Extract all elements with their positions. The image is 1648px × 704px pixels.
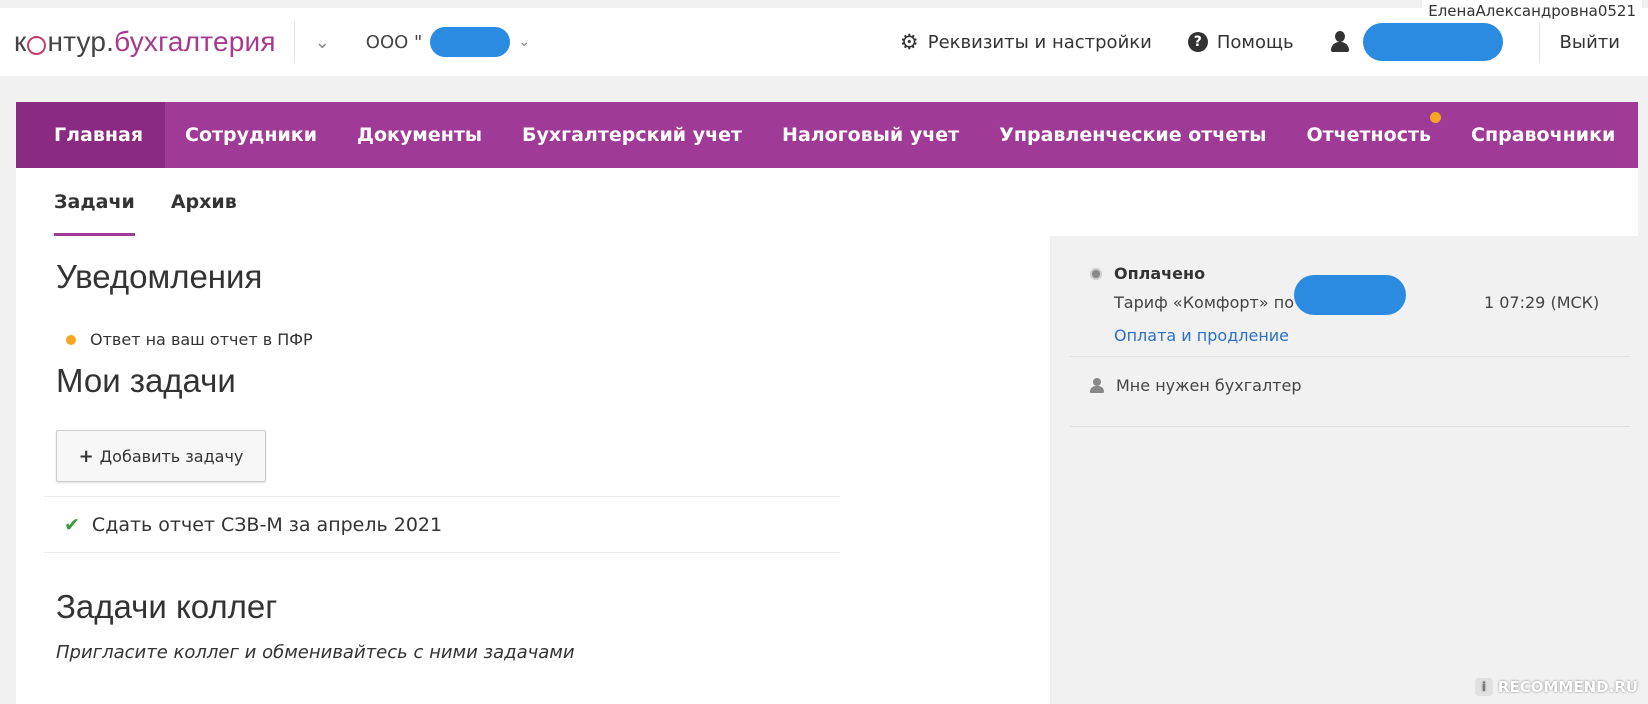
colleagues-tasks-title: Задачи коллег: [56, 588, 278, 625]
chevron-down-icon: ⌄: [518, 34, 531, 50]
task-text: Сдать отчет СЗВ-М за апрель 2021: [91, 514, 443, 536]
help-link[interactable]: ? Помощь: [1187, 31, 1294, 53]
divider: [44, 552, 840, 553]
notification-item[interactable]: Ответ на ваш отчет в ПФР: [66, 330, 313, 349]
user-icon: [1330, 31, 1350, 53]
nav-references[interactable]: Справочники: [1451, 102, 1635, 168]
notification-dot: [1430, 112, 1442, 123]
nav-reporting[interactable]: Отчетность: [1286, 102, 1451, 168]
add-task-label: Добавить задачу: [99, 446, 244, 466]
notification-text: Ответ на ваш отчет в ПФР: [90, 330, 313, 349]
invite-colleagues-text: Пригласите коллег и обменивайтесь с ними…: [56, 642, 575, 663]
checkmark-icon: ✔: [64, 514, 80, 536]
payment-status: Оплачено Тариф «Комфорт» по 1 07:29 (МСК…: [1090, 264, 1599, 345]
tariff-time: 1 07:29 (МСК): [1483, 293, 1600, 312]
need-accountant-label: Мне нужен бухгалтер: [1116, 376, 1302, 395]
organization-selector[interactable]: ООО " ⌄: [366, 27, 530, 57]
settings-link[interactable]: ⚙ Реквизиты и настройки: [900, 30, 1152, 54]
gear-icon: ⚙: [899, 30, 919, 54]
redacted-org-name: [430, 27, 511, 57]
watermark-username: ЕленаАлександровна0521: [1422, 0, 1642, 22]
sub-nav: Задачи Архив: [16, 168, 1638, 236]
need-accountant-link[interactable]: Мне нужен бухгалтер: [1090, 376, 1302, 395]
nav-employees[interactable]: Сотрудники: [165, 102, 337, 168]
recommend-logo-icon: i: [1474, 678, 1493, 696]
my-tasks-title: Мои задачи: [56, 362, 236, 399]
logout-link[interactable]: Выйти: [1560, 32, 1620, 53]
nav-home[interactable]: Главная: [16, 102, 166, 168]
nav-documents[interactable]: Документы: [337, 102, 502, 168]
divider: [44, 496, 840, 497]
tab-archive[interactable]: Архив: [153, 168, 255, 236]
nav-accounting[interactable]: Бухгалтерский учет: [502, 102, 762, 168]
recommend-watermark-text: RECOMMEND.RU: [1497, 678, 1638, 696]
tab-tasks[interactable]: Задачи: [36, 168, 153, 236]
product-switcher-chevron-icon[interactable]: ⌄: [315, 32, 330, 53]
top-header: к нтур. бухгалтерия ⌄ ООО " ⌄ ⚙ Реквизиты …: [0, 8, 1648, 76]
payment-renewal-link[interactable]: Оплата и продление: [1114, 326, 1599, 345]
user-icon: [1090, 377, 1104, 394]
help-icon: ?: [1187, 32, 1208, 52]
main-nav: Главная Сотрудники Документы Бухгалтерск…: [16, 102, 1638, 168]
status-circle-icon: [1090, 267, 1102, 280]
sidebar-divider: [1070, 356, 1630, 357]
sidebar: Оплачено Тариф «Комфорт» по 1 07:29 (МСК…: [1050, 236, 1638, 704]
add-task-button[interactable]: + Добавить задачу: [56, 430, 266, 482]
header-divider-right: [1538, 21, 1540, 63]
help-label: Помощь: [1216, 31, 1294, 53]
redacted-user-name: [1362, 23, 1503, 61]
nav-management-reports[interactable]: Управленческие отчеты: [979, 102, 1286, 168]
sidebar-divider: [1070, 426, 1630, 427]
task-item[interactable]: ✔ Сдать отчет СЗВ-М за апрель 2021: [64, 514, 442, 536]
recommend-watermark: i RECOMMEND.RU: [1474, 678, 1638, 696]
logo-o-icon: [27, 35, 47, 55]
header-divider: [293, 21, 295, 63]
unread-dot-icon: [66, 334, 76, 345]
nav-tax-accounting[interactable]: Налоговый учет: [762, 102, 979, 168]
tariff-info: Тариф «Комфорт» по 1 07:29 (МСК): [1114, 275, 1600, 315]
paid-title: Оплачено: [1114, 264, 1206, 283]
settings-label: Реквизиты и настройки: [927, 31, 1152, 53]
user-menu[interactable]: [1330, 23, 1503, 61]
nav-reporting-label: Отчетность: [1306, 124, 1432, 146]
main-content: Уведомления Ответ на ваш отчет в ПФР Мои…: [16, 236, 1050, 704]
plus-icon: +: [78, 445, 94, 467]
kontur-logo[interactable]: к нтур. бухгалтерия: [14, 26, 276, 58]
redacted-date: [1294, 275, 1406, 315]
org-label: ООО ": [365, 31, 423, 53]
notifications-title: Уведомления: [56, 258, 263, 295]
tariff-text: Тариф «Комфорт» по: [1114, 293, 1294, 312]
